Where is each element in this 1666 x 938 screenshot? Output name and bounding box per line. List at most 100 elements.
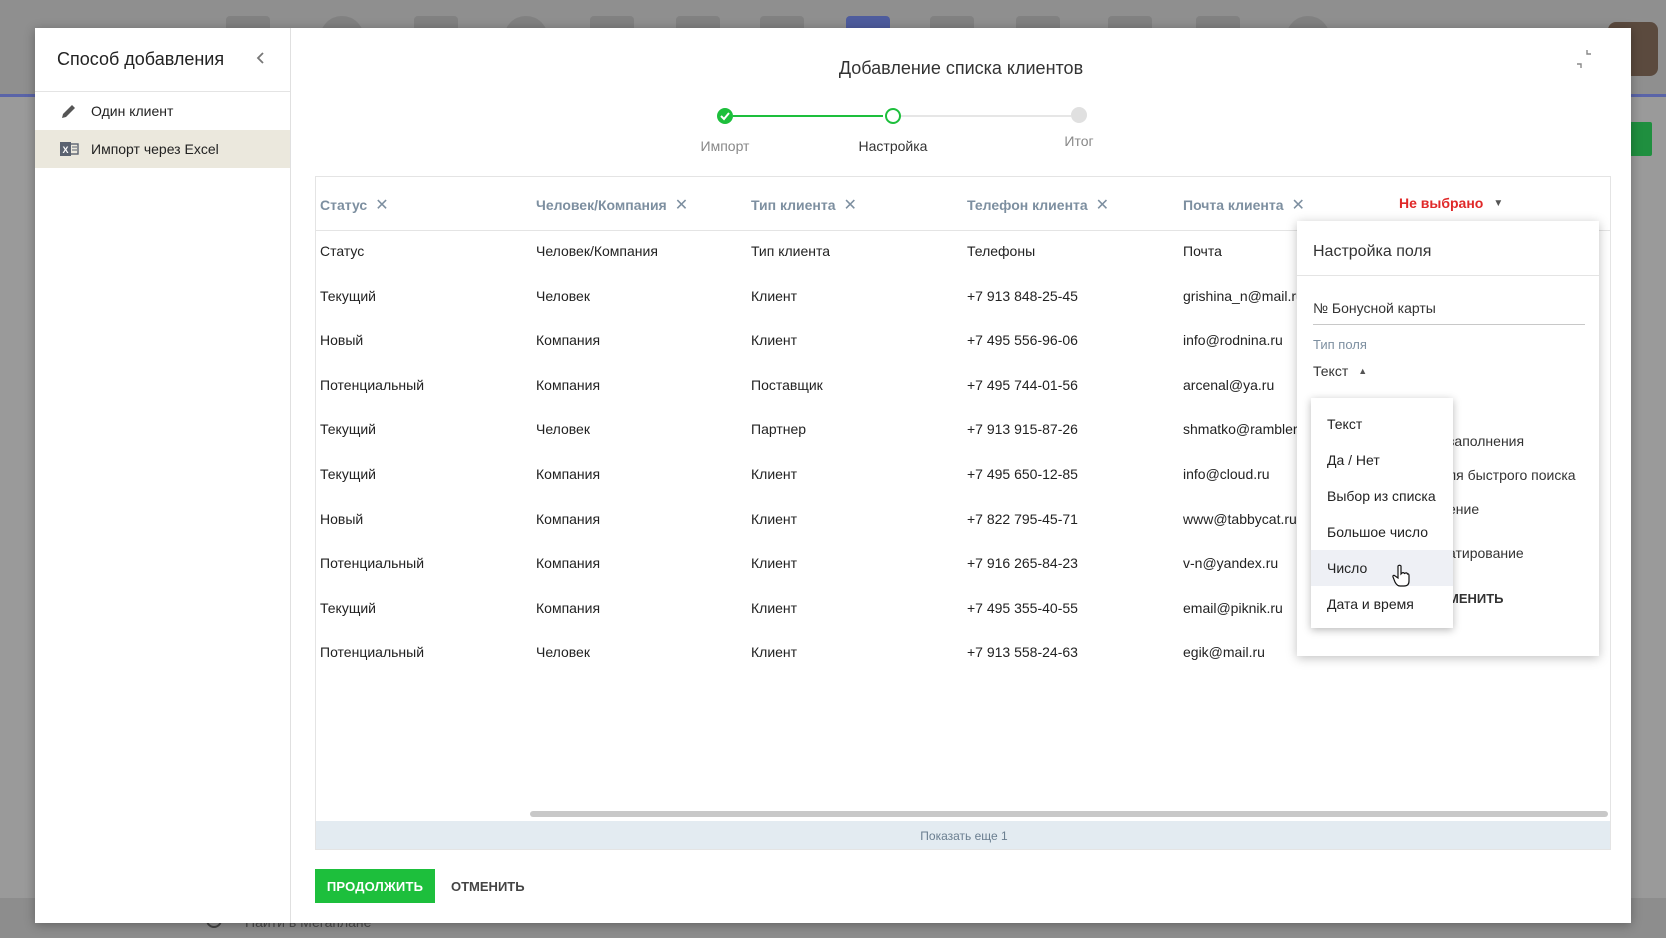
check-icon <box>717 108 733 124</box>
table-cell: grishina_n@mail.ru <box>1183 287 1304 304</box>
sidebar-item-label: Один клиент <box>91 103 174 119</box>
table-cell: Телефоны <box>967 243 1036 259</box>
caret-down-icon: ▼ <box>1493 197 1504 209</box>
table-cell: Клиент <box>751 332 798 349</box>
table-cell: shmatko@rambler <box>1183 421 1298 438</box>
table-cell: Новый <box>320 332 364 349</box>
excel-icon: X <box>59 139 79 159</box>
dropdown-option-big-number[interactable]: Большое число <box>1311 514 1453 550</box>
column-header-status[interactable]: Статус ✕ <box>320 195 389 215</box>
column-header-email[interactable]: Почта клиента ✕ <box>1183 195 1305 215</box>
table-cell: Человек/Компания <box>536 243 658 259</box>
table-cell: Компания <box>536 332 601 349</box>
field-type-dropdown: Текст Да / Нет Выбор из списка Большое ч… <box>1311 398 1453 628</box>
table-cell: Компания <box>536 599 601 616</box>
field-type-value: Текст <box>1313 363 1349 379</box>
table-cell: +7 495 355-40-55 <box>967 599 1078 616</box>
table-cell: info@rodnina.ru <box>1183 332 1283 349</box>
continue-button[interactable]: ПРОДОЛЖИТЬ <box>315 869 435 903</box>
table-cell: +7 913 848-25-45 <box>967 287 1078 304</box>
table-cell: Клиент <box>751 466 798 482</box>
table-cell: Новый <box>320 510 364 527</box>
table-cell: Поставщик <box>751 376 823 393</box>
table-cell: +7 495 556-96-06 <box>967 332 1078 349</box>
collapse-fullscreen-icon[interactable] <box>1573 48 1595 70</box>
table-cell: Компания <box>536 510 601 527</box>
table-cell: Клиент <box>751 599 798 616</box>
table-cell: Тип клиента <box>751 243 831 259</box>
hand-cursor-icon <box>1392 564 1410 588</box>
remove-column-icon[interactable]: ✕ <box>675 195 688 215</box>
column-header-client-type[interactable]: Тип клиента ✕ <box>751 195 857 215</box>
sidebar-item-label: Импорт через Excel <box>91 141 219 157</box>
divider <box>1297 275 1599 276</box>
field-type-label: Тип поля <box>1313 337 1367 352</box>
table-cell: +7 913 558-24-63 <box>967 644 1078 661</box>
table-cell: arcenal@ya.ru <box>1183 376 1275 393</box>
dropdown-option-list[interactable]: Выбор из списка <box>1311 478 1453 514</box>
sidebar-item-excel-import[interactable]: X Импорт через Excel <box>35 130 290 168</box>
step-label-settings: Настройка <box>858 138 928 154</box>
sidebar-header: Способ добавления <box>35 28 290 92</box>
table-cell: Компания <box>536 376 601 393</box>
table-cell: Потенциальный <box>320 555 425 572</box>
column-header-phone[interactable]: Телефон клиента ✕ <box>967 195 1109 215</box>
remove-column-icon[interactable]: ✕ <box>1292 195 1305 215</box>
table-cell: Текущий <box>320 287 376 304</box>
svg-text:X: X <box>62 145 68 155</box>
table-cell: egik@mail.ru <box>1183 644 1265 661</box>
table-cell: +7 495 650-12-85 <box>967 466 1078 482</box>
cancel-button[interactable]: ОТМЕНИТЬ <box>451 869 525 903</box>
cancel-button-partial[interactable]: МЕНИТЬ <box>1448 591 1504 606</box>
table-cell: Клиент <box>751 555 798 572</box>
table-cell: +7 495 744-01-56 <box>967 376 1078 393</box>
remove-column-icon[interactable]: ✕ <box>1096 195 1109 215</box>
table-cell: Статус <box>320 243 365 259</box>
caret-up-icon: ▲ <box>1358 366 1368 376</box>
table-cell: Потенциальный <box>320 644 425 661</box>
chevron-left-icon[interactable] <box>254 48 268 71</box>
remove-column-icon[interactable]: ✕ <box>375 195 388 215</box>
table-cell: Клиент <box>751 644 798 661</box>
table-cell: Клиент <box>751 510 798 527</box>
dropdown-option-yes-no[interactable]: Да / Нет <box>1311 442 1453 478</box>
table-cell: +7 916 265-84-23 <box>967 555 1078 572</box>
field-name-input[interactable] <box>1313 291 1585 325</box>
show-more-button[interactable]: Показать еще 1 <box>316 821 1610 849</box>
option-label-partial[interactable]: заполнения <box>1448 433 1524 449</box>
table-cell: email@piknik.ru <box>1183 599 1283 616</box>
table-cell: Текущий <box>320 599 376 616</box>
table-cell: www@tabbycat.ru <box>1183 510 1297 527</box>
step-connector <box>733 115 883 117</box>
table-cell: +7 822 795-45-71 <box>967 510 1078 527</box>
dropdown-option-datetime[interactable]: Дата и время <box>1311 586 1453 622</box>
column-header-unselected[interactable]: Не выбрано ▼ <box>1399 195 1503 211</box>
option-label-partial[interactable]: атирование <box>1448 545 1524 561</box>
horizontal-scrollbar[interactable] <box>530 811 1608 817</box>
step-current-dot <box>885 108 901 124</box>
sidebar-item-single-client[interactable]: Один клиент <box>35 92 290 130</box>
table-cell: Человек <box>536 287 590 304</box>
step-label-import: Импорт <box>700 138 750 154</box>
table-cell: Компания <box>536 555 601 572</box>
table-cell: info@cloud.ru <box>1183 466 1270 482</box>
dropdown-option-number[interactable]: Число <box>1311 550 1453 586</box>
table-cell: +7 913 915-87-26 <box>967 421 1078 438</box>
pencil-icon <box>59 101 79 121</box>
table-cell: Потенциальный <box>320 376 425 393</box>
table-cell: Компания <box>536 466 601 482</box>
table-cell: Текущий <box>320 466 376 482</box>
step-pending-dot <box>1071 107 1087 123</box>
table-cell: Человек <box>536 421 590 438</box>
dropdown-option-text[interactable]: Текст <box>1311 406 1453 442</box>
step-connector <box>901 115 1071 117</box>
popup-title: Настройка поля <box>1313 243 1432 260</box>
add-method-sidebar: Способ добавления Один клиент X Импорт ч… <box>35 28 291 923</box>
remove-column-icon[interactable]: ✕ <box>844 195 857 215</box>
option-label-partial[interactable]: ля быстрого поиска <box>1448 467 1576 483</box>
column-header-person-company[interactable]: Человек/Компания ✕ <box>536 195 688 215</box>
field-type-select[interactable]: Текст ▲ <box>1313 363 1367 379</box>
table-cell: Человек <box>536 644 590 661</box>
table-cell: Партнер <box>751 421 807 438</box>
table-cell: Почта <box>1183 243 1222 259</box>
